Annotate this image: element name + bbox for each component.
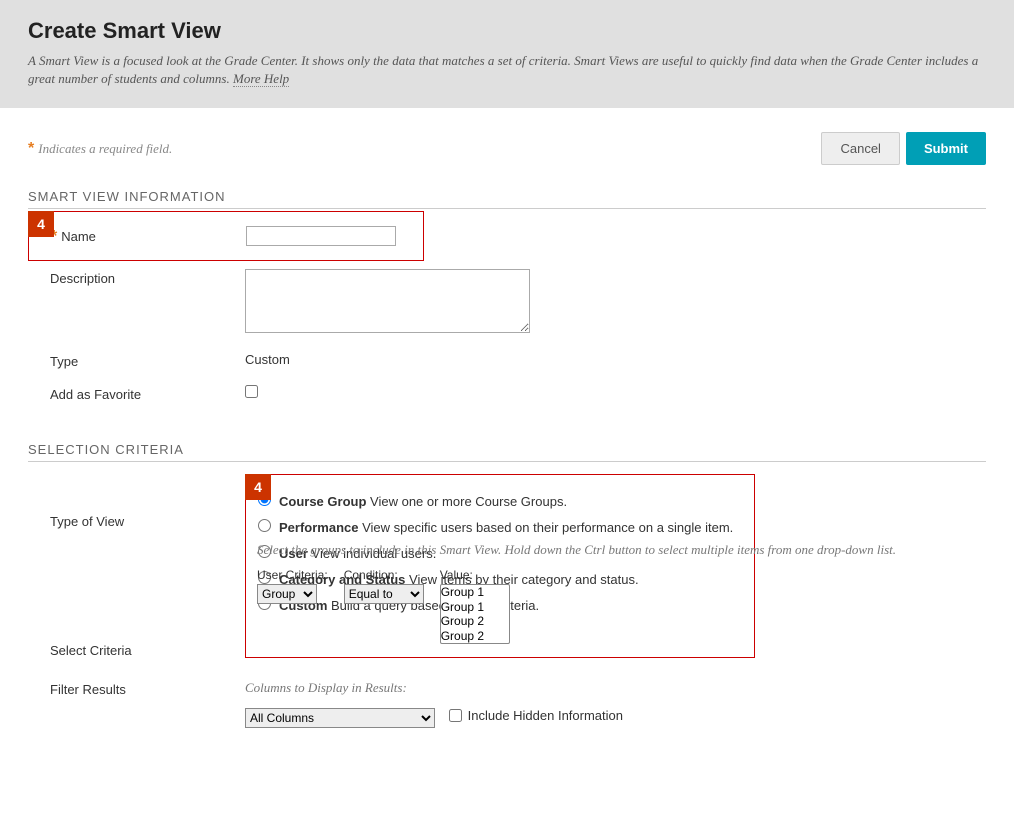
description-textarea[interactable] [245, 269, 530, 333]
select-criteria-label: Select Criteria [50, 643, 245, 658]
page-description: A Smart View is a focused look at the Gr… [28, 52, 986, 88]
callout-badge: 4 [245, 474, 271, 500]
name-label: *Name [51, 226, 246, 246]
favorite-checkbox[interactable] [245, 385, 258, 398]
radio-course-group: Course Group View one or more Course Gro… [258, 491, 742, 509]
page-title: Create Smart View [28, 18, 986, 44]
condition-select[interactable]: Equal to [344, 584, 424, 604]
more-help-link[interactable]: More Help [233, 71, 289, 87]
value-label: Value: [440, 568, 510, 582]
user-criteria-label: User Criteria: [257, 568, 328, 582]
columns-select[interactable]: All Columns [245, 708, 435, 728]
condition-label: Condition: [344, 568, 424, 582]
columns-display-label: Columns to Display in Results: [245, 680, 986, 696]
radio-performance-input[interactable] [258, 519, 271, 532]
include-hidden-checkbox[interactable] [449, 709, 462, 722]
name-input[interactable] [246, 226, 396, 246]
asterisk-icon: * [28, 140, 34, 157]
cancel-button[interactable]: Cancel [821, 132, 899, 165]
user-criteria-select[interactable]: Group [257, 584, 317, 604]
submit-button[interactable]: Submit [906, 132, 986, 165]
include-hidden-label: Include Hidden Information [468, 708, 623, 723]
callout-badge: 4 [28, 211, 54, 237]
page-header: Create Smart View A Smart View is a focu… [0, 0, 1014, 108]
type-label: Type [50, 352, 245, 369]
section-selection-criteria-title: SELECTION CRITERIA [28, 442, 986, 462]
filter-results-label: Filter Results [50, 680, 245, 697]
description-label: Description [50, 269, 245, 286]
favorite-label: Add as Favorite [50, 385, 245, 402]
callout-name-field: 4 *Name [28, 211, 424, 261]
radio-performance: Performance View specific users based on… [258, 517, 742, 535]
value-select[interactable]: Group 1 Group 1 Group 2 Group 2 [440, 584, 510, 644]
criteria-hint: Select the groups to include in this Sma… [245, 542, 1005, 558]
required-field-note: *Indicates a required field. [28, 140, 172, 158]
type-of-view-label: Type of View [50, 514, 245, 529]
section-smart-view-info-title: SMART VIEW INFORMATION [28, 189, 986, 209]
type-value: Custom [245, 352, 986, 367]
action-buttons: Cancel Submit [821, 132, 986, 165]
